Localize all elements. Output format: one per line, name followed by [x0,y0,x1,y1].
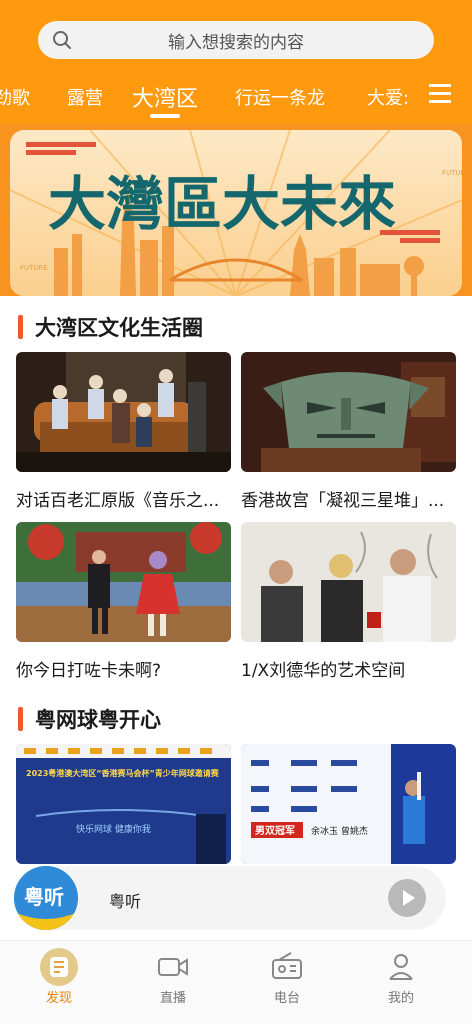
bottom-nav: 发现 直播 电台 我的 [0,940,472,1024]
play-icon [403,890,415,906]
category-tabs: 劲歌 露营 大湾区 行运一条龙 大爱: [0,72,430,120]
card-tennis-poster[interactable]: 2023粤港澳大湾区“香港赛马会杯”青少年网球邀请赛 快乐网球 健康你我 [16,744,231,864]
nav-live[interactable]: 直播 [114,941,232,1025]
search-placeholder: 输入想搜索的内容 [168,32,304,53]
card-sanxingdui[interactable]: 香港故宫「凝视三星堆」... [241,352,456,511]
card-image [241,522,456,642]
tab-jingge[interactable]: 劲歌 [0,84,30,110]
card-image: 男双冠军 余冰玉 曾姚杰 [241,744,456,864]
audio-player-bar[interactable]: 粤听 粤听 [14,866,446,930]
video-camera-icon [158,958,188,976]
nav-mine[interactable]: 我的 [342,941,460,1025]
nav-radio[interactable]: 电台 [228,941,346,1025]
tab-daai[interactable]: 大爱: [367,84,409,110]
section-title-tennis: 粤网球粤开心 [18,704,161,734]
banner-image: 大灣區大未來 FUTURE FUTURE [10,130,462,296]
radio-icon [272,952,302,979]
yueting-logo: 粤听 [14,866,78,930]
section-marker [18,707,23,731]
card-daka[interactable]: 你今日打咗卡未啊? [16,522,231,681]
tab-xingyun[interactable]: 行运一条龙 [235,84,325,110]
card-image: 2023粤港澳大湾区“香港赛马会杯”青少年网球邀请赛 快乐网球 健康你我 [16,744,231,864]
search-icon [53,31,71,49]
tab-luying[interactable]: 露营 [67,84,103,110]
section-title-culture: 大湾区文化生活圈 [18,312,203,342]
menu-icon[interactable] [429,84,451,104]
svg-text:FUTURE: FUTURE [20,264,48,272]
card-image [16,352,231,472]
svg-text:快乐网球 健康你我: 快乐网球 健康你我 [76,823,151,835]
card-broadway[interactable]: 对话百老汇原版《音乐之... [16,352,231,511]
tab-dawanqu[interactable]: 大湾区 [132,81,198,113]
nav-discover[interactable]: 发现 [0,941,118,1025]
active-tab-indicator [150,114,180,118]
user-icon [389,954,413,980]
top-header: 输入想搜索的内容 劲歌 露营 大湾区 行运一条龙 大爱: [0,0,472,124]
card-image [241,352,456,472]
player-title: 粤听 [109,892,142,911]
search-bar[interactable]: 输入想搜索的内容 [38,21,434,59]
svg-text:男双冠军: 男双冠军 [255,825,295,837]
card-andy-lau[interactable]: 1/X刘德华的艺术空间 [241,522,456,681]
svg-text:余冰玉 曾姚杰: 余冰玉 曾姚杰 [311,825,368,837]
banner[interactable]: 大灣區大未來 FUTURE FUTURE [0,124,472,296]
svg-text:粤听: 粤听 [24,885,64,909]
card-tennis-champions[interactable]: 男双冠军 余冰玉 曾姚杰 [241,744,456,864]
section-marker [18,315,23,339]
discover-icon [40,948,78,986]
svg-text:2023粤港澳大湾区“香港赛马会杯”青少年网球邀请赛: 2023粤港澳大湾区“香港赛马会杯”青少年网球邀请赛 [26,768,220,778]
banner-title: 大灣區大未來 [48,170,396,238]
svg-text:FUTURE: FUTURE [442,169,462,177]
play-button[interactable] [388,879,426,917]
card-image [16,522,231,642]
